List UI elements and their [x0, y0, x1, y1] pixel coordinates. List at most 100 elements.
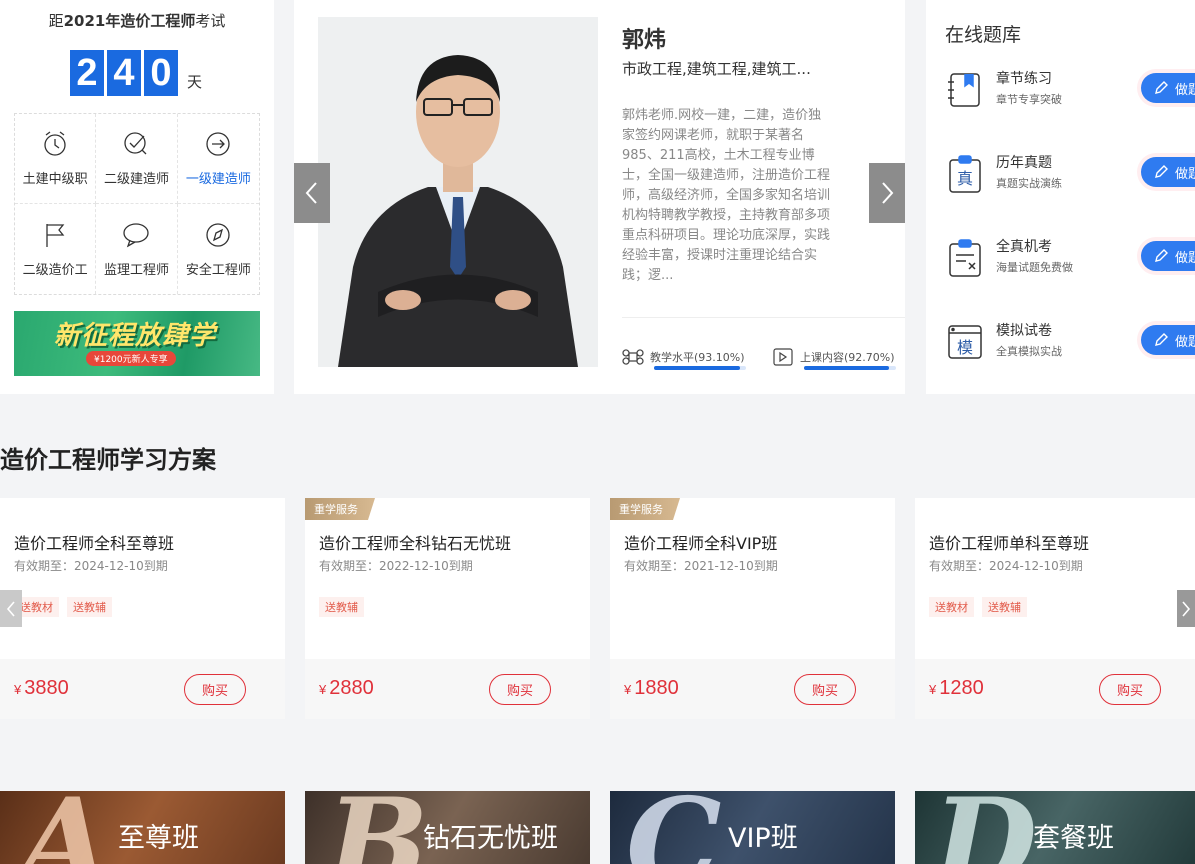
banner-label: VIP班 [728, 823, 798, 854]
divider [622, 317, 905, 318]
course-name: 造价工程师全科VIP班 [624, 534, 778, 553]
compass-icon [206, 222, 230, 247]
practice-button[interactable]: 做题 [1141, 241, 1195, 271]
buy-button[interactable]: 购买 [794, 674, 856, 705]
stat-label: 上课内容(92.70%) [800, 351, 895, 364]
question-bank-panel: 在线题库 章节练习 章节专享突破 做题 真 历年真题 真题实战演练 做题 全真机… [926, 0, 1195, 394]
exam-category-grid: 土建中级职 二级建造师 一级建造师 二级造价工 监理工程师 安全工程师 [14, 113, 260, 295]
play-icon [773, 348, 793, 366]
course-validity: 有效期至：2022-12-10到期 [319, 559, 473, 573]
class-banner-b[interactable]: B 钻石无忧班 [305, 791, 590, 864]
bank-item-title: 全真机考 [996, 239, 1052, 255]
banner-label: 至尊班 [118, 823, 199, 854]
pencil-icon [1155, 81, 1168, 94]
plan-prev-arrow[interactable] [0, 590, 22, 627]
course-price: ¥3880 [14, 677, 69, 700]
course-gifts: 送教辅 [319, 597, 364, 617]
class-banner-d[interactable]: D 套餐班 [915, 791, 1195, 864]
banner-letter: B [327, 791, 429, 864]
banner-letter: C [626, 791, 722, 864]
svg-text:模: 模 [957, 338, 973, 357]
category-label: 监理工程师 [103, 262, 169, 278]
course-name: 造价工程师单科至尊班 [929, 534, 1090, 553]
banner-label: 钻石无忧班 [423, 823, 558, 854]
price-value: 1280 [939, 677, 984, 699]
question-bank-title: 在线题库 [945, 24, 1022, 46]
course-validity: 有效期至：2024-12-10到期 [929, 559, 1083, 573]
category-jianli[interactable]: 监理工程师 [96, 204, 178, 294]
course-footer: ¥1880 购买 [610, 659, 895, 719]
countdown-panel: 距2021年造价工程师考试 2 4 0 天 土建中级职 二级建造师 一级建造师 … [0, 0, 274, 394]
class-banner-c[interactable]: C VIP班 [610, 791, 895, 864]
course-name: 造价工程师全科钻石无忧班 [319, 534, 512, 553]
course-card[interactable]: 重学服务 造价工程师全科VIP班 有效期至：2021-12-10到期 ¥1880… [610, 498, 895, 719]
category-anquan[interactable]: 安全工程师 [178, 204, 259, 294]
practice-button-label: 做题 [1175, 166, 1195, 182]
chevron-left-icon [6, 600, 15, 617]
notebook-icon [948, 73, 980, 107]
buy-button[interactable]: 购买 [1099, 674, 1161, 705]
course-validity: 有效期至：2021-12-10到期 [624, 559, 778, 573]
plan-next-arrow[interactable] [1177, 590, 1195, 627]
practice-button[interactable]: 做题 [1141, 73, 1195, 103]
login-arrow-icon [206, 132, 230, 156]
flag-icon [46, 223, 65, 247]
banner-letter: A [18, 791, 112, 864]
buy-button[interactable]: 购买 [489, 674, 551, 705]
bank-item-chapter: 章节练习 章节专享突破 做题 [945, 66, 1195, 114]
practice-button[interactable]: 做题 [1141, 325, 1195, 355]
teacher-panel: 郭炜 市政工程,建筑工程,建筑工... 郭炜老师.网校一建，二建，造价独家签约网… [294, 0, 905, 394]
category-label: 一级建造师 [185, 172, 251, 187]
promo-banner[interactable]: 新征程放肆学 ¥1200元新人专享 [14, 311, 260, 376]
service-tag: 重学服务 [305, 498, 375, 520]
stat-progress-fill [654, 366, 740, 370]
stat-progress-fill [804, 366, 890, 370]
chevron-right-icon [1182, 600, 1191, 617]
category-yijian[interactable]: 一级建造师 [177, 114, 259, 204]
category-erzao[interactable]: 二级造价工 [15, 204, 97, 294]
course-footer: ¥2880 购买 [305, 659, 590, 719]
bank-item-subtitle: 章节专享突破 [996, 93, 1062, 106]
class-banner-a[interactable]: A 至尊班 [0, 791, 285, 864]
chat-bubble-icon [123, 222, 150, 247]
teacher-prev-arrow[interactable] [294, 163, 330, 223]
currency-symbol: ¥ [14, 682, 22, 697]
teacher-photo [318, 17, 598, 367]
banner-label: 套餐班 [1033, 823, 1114, 854]
course-validity: 有效期至：2024-12-10到期 [14, 559, 168, 573]
stat-label: 教学水平(93.10%) [650, 351, 745, 364]
buy-button[interactable]: 购买 [184, 674, 246, 705]
teacher-stat-content: 上课内容(92.70%) [772, 346, 896, 370]
teacher-stat-teaching: 教学水平(93.10%) [622, 346, 746, 370]
category-tujian[interactable]: 土建中级职 [15, 114, 97, 204]
course-card[interactable]: 造价工程师单科至尊班 有效期至：2024-12-10到期 送教材 送教辅 ¥12… [915, 498, 1195, 719]
stat-progress-bar [654, 366, 746, 370]
practice-button-label: 做题 [1175, 82, 1195, 98]
teacher-name: 郭炜 [622, 28, 667, 53]
chevron-left-icon [305, 182, 317, 204]
pencil-icon [1155, 333, 1168, 346]
course-price: ¥1880 [624, 677, 679, 700]
pencil-icon [1155, 165, 1168, 178]
chevron-right-icon [882, 182, 894, 204]
gift-badge: 送教辅 [982, 597, 1027, 617]
category-label: 土建中级职 [22, 172, 88, 187]
teacher-subjects: 市政工程,建筑工程,建筑工... [622, 60, 811, 78]
gift-badge: 送教材 [929, 597, 974, 617]
countdown-digit: 2 [70, 50, 104, 96]
alarm-clock-icon [44, 131, 66, 156]
price-value: 2880 [329, 677, 374, 699]
teacher-next-arrow[interactable] [869, 163, 905, 223]
category-erjian[interactable]: 二级建造师 [96, 114, 178, 204]
teacher-portrait-image [338, 55, 578, 367]
pencil-icon [1155, 249, 1168, 262]
countdown-title: 距2021年造价工程师考试 [48, 12, 226, 30]
banner-letter: D [933, 791, 1038, 864]
promo-banner-title: 新征程放肆学 [54, 321, 217, 351]
practice-button[interactable]: 做题 [1141, 157, 1195, 187]
course-card[interactable]: 重学服务 造价工程师全科钻石无忧班 有效期至：2022-12-10到期 送教辅 … [305, 498, 590, 719]
clipboard-x-icon [949, 239, 981, 277]
bank-item-title: 章节练习 [996, 71, 1052, 87]
price-value: 3880 [24, 677, 69, 699]
course-card[interactable]: 造价工程师全科至尊班 有效期至：2024-12-10到期 送教材 送教辅 ¥38… [0, 498, 285, 719]
